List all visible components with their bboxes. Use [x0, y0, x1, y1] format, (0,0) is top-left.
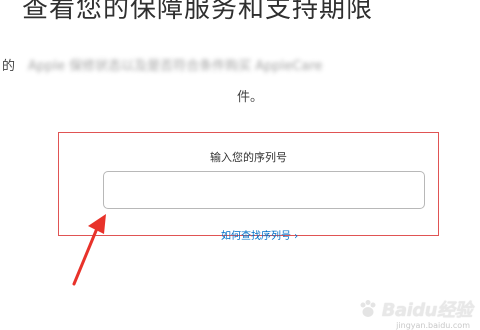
watermark-url: jingyan.baidu.com — [396, 321, 470, 330]
paw-icon — [360, 300, 376, 317]
baidu-watermark: Baidu经验 — [358, 296, 473, 322]
watermark-brand: Baidu经验 — [381, 300, 473, 321]
red-annotation-arrow-icon — [72, 214, 106, 286]
